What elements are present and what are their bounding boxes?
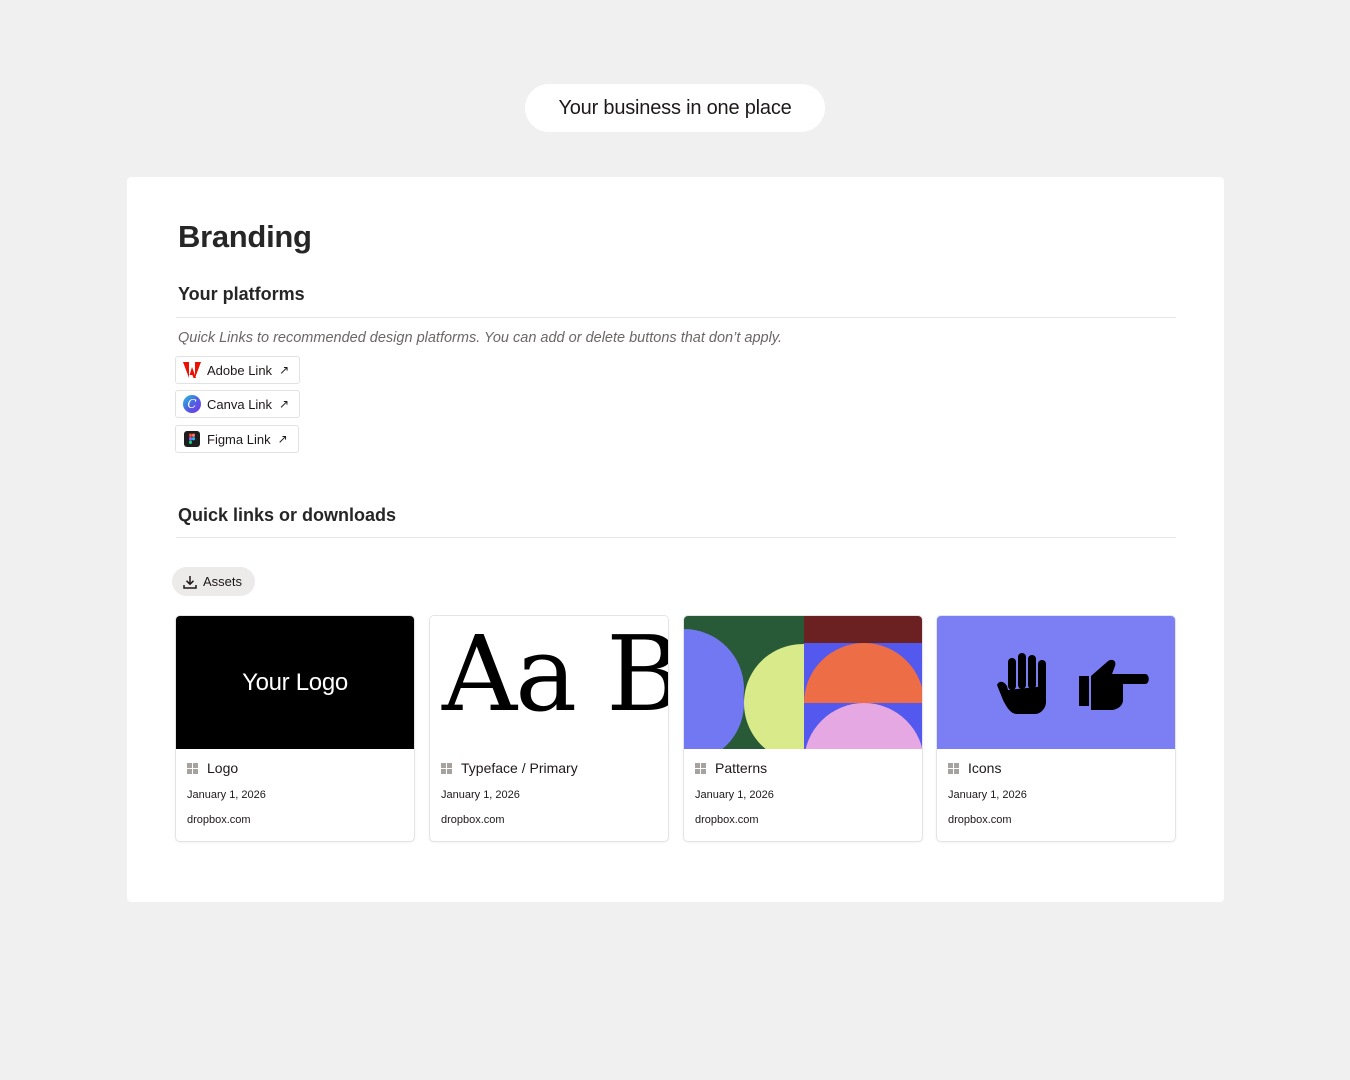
- tile-name: Icons: [968, 760, 1002, 776]
- typeface-thumbnail: Aa B: [430, 616, 668, 749]
- grid-icon: [948, 762, 959, 774]
- assets-label: Assets: [203, 574, 243, 589]
- icons-thumbnail: [937, 616, 1175, 749]
- tile-source: dropbox.com: [187, 814, 251, 826]
- tile-source: dropbox.com: [695, 814, 759, 826]
- downloads-divider: [176, 537, 1176, 538]
- logo-thumbnail: Your Logo: [176, 616, 414, 749]
- page-title: Branding: [178, 219, 312, 254]
- external-arrow-icon: ↗: [279, 363, 290, 377]
- typeface-sample-text: Aa B: [442, 616, 668, 735]
- external-arrow-icon: ↗: [277, 432, 288, 446]
- tile-source: dropbox.com: [948, 814, 1012, 826]
- logo-thumb-text: Your Logo: [242, 668, 348, 696]
- branding-card: Branding Your platforms Quick Links to r…: [127, 177, 1224, 902]
- canva-link-button[interactable]: C Canva Link ↗: [175, 390, 301, 418]
- asset-tile-icons[interactable]: Icons January 1, 2026 dropbox.com: [936, 615, 1176, 842]
- platforms-hint: Quick Links to recommended design platfo…: [178, 330, 782, 346]
- canva-link-label: Canva Link: [207, 396, 273, 412]
- raised-hand-icon: [997, 653, 1046, 714]
- figma-icon: [183, 430, 201, 448]
- asset-tile-typeface[interactable]: Aa B Typeface / Primary January 1, 2026 …: [429, 615, 669, 842]
- asset-tile-patterns[interactable]: Patterns January 1, 2026 dropbox.com: [683, 615, 923, 842]
- grid-icon: [187, 762, 198, 774]
- download-icon: [183, 575, 197, 589]
- platforms-divider: [176, 317, 1176, 318]
- tile-source: dropbox.com: [441, 814, 505, 826]
- pointing-hand-icon: [1079, 659, 1149, 710]
- adobe-icon: [183, 361, 201, 379]
- tile-name: Patterns: [715, 760, 768, 776]
- banner-pill: Your business in one place: [525, 84, 825, 132]
- grid-icon: [695, 762, 706, 774]
- banner-label: Your business in one place: [558, 96, 792, 119]
- assets-button[interactable]: Assets: [172, 567, 255, 596]
- asset-tile-logo[interactable]: Your Logo Logo January 1, 2026 dropbox.c…: [175, 615, 415, 842]
- tile-name: Typeface / Primary: [461, 760, 578, 776]
- tile-date: January 1, 2026: [441, 789, 520, 801]
- tile-date: January 1, 2026: [187, 789, 266, 801]
- figma-link-button[interactable]: Figma Link ↗: [175, 425, 299, 453]
- tile-date: January 1, 2026: [948, 789, 1027, 801]
- pattern-graphic: [684, 616, 922, 749]
- grid-icon: [441, 762, 452, 774]
- svg-text:C: C: [187, 397, 196, 411]
- canva-icon: C: [183, 395, 201, 413]
- external-arrow-icon: ↗: [279, 397, 290, 411]
- tile-date: January 1, 2026: [695, 789, 774, 801]
- figma-link-label: Figma Link: [207, 431, 271, 447]
- tile-name: Logo: [207, 760, 239, 776]
- platforms-heading: Your platforms: [178, 284, 305, 304]
- downloads-heading: Quick links or downloads: [178, 505, 397, 525]
- adobe-link-button[interactable]: Adobe Link ↗: [175, 356, 301, 384]
- adobe-link-label: Adobe Link: [207, 362, 273, 378]
- patterns-thumbnail: [684, 616, 922, 749]
